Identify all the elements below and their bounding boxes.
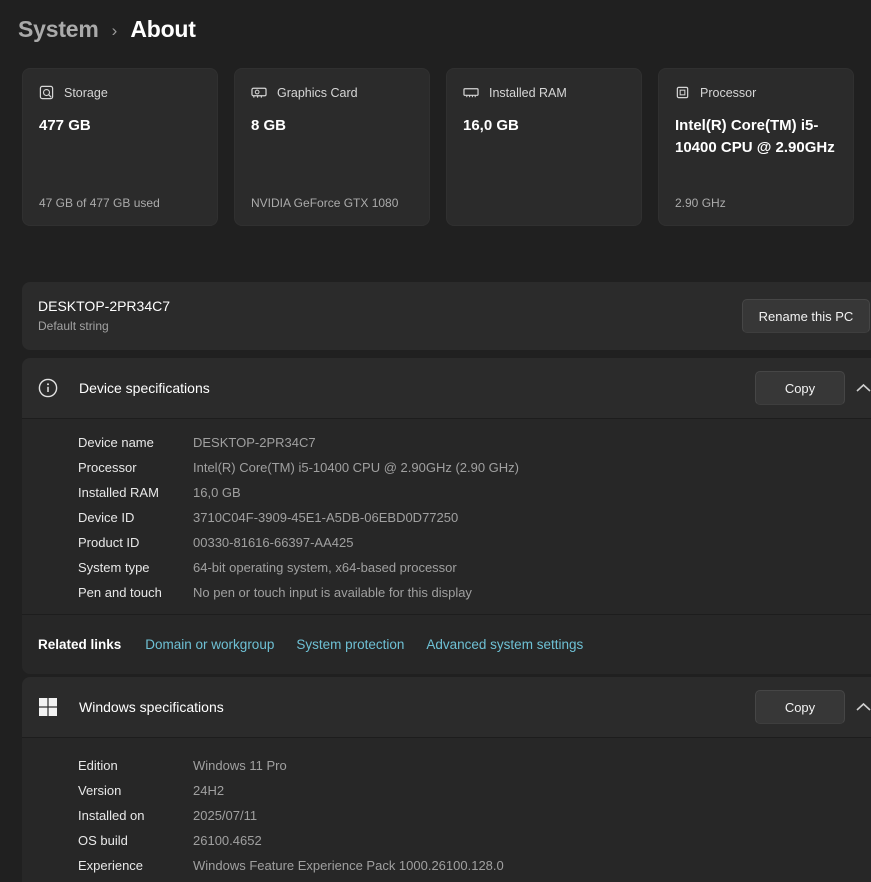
graphics-card-detail: NVIDIA GeForce GTX 1080 (251, 196, 399, 210)
device-specs-title: Device specifications (79, 380, 210, 396)
spec-row-installed-ram: Installed RAM 16,0 GB (78, 485, 241, 500)
ram-icon (463, 85, 479, 100)
installed-ram-label: Installed RAM (489, 85, 567, 100)
related-links-label: Related links (38, 637, 122, 652)
chevron-up-icon[interactable] (855, 382, 871, 394)
graphics-card-card[interactable]: Graphics Card 8 GB NVIDIA GeForce GTX 10… (234, 68, 430, 226)
spec-row-os-build: OS build 26100.4652 (78, 833, 262, 848)
link-advanced-system-settings[interactable]: Advanced system settings (426, 637, 583, 652)
device-specs-header[interactable]: Device specifications Copy (22, 358, 871, 418)
processor-card-value: Intel(R) Core(TM) i5-10400 CPU @ 2.90GHz (675, 117, 835, 156)
spec-row-device-id: Device ID 3710C04F-3909-45E1-A5DB-06EBD0… (78, 510, 459, 525)
hostname-card: DESKTOP-2PR34C7 Default string Rename th… (22, 282, 871, 350)
processor-card-detail: 2.90 GHz (675, 196, 726, 210)
spec-row-device-name: Device name DESKTOP-2PR34C7 (78, 435, 316, 450)
windows-specs-title: Windows specifications (79, 699, 224, 715)
storage-card-detail: 47 GB of 477 GB used (39, 196, 160, 210)
spec-row-edition: Edition Windows 11 Pro (78, 758, 287, 773)
windows-logo-icon (38, 697, 58, 717)
storage-card-value: 477 GB (39, 117, 91, 134)
chevron-right-icon: › (111, 20, 118, 40)
device-description-text: Default string (38, 319, 109, 333)
spec-row-experience: Experience Windows Feature Experience Pa… (78, 858, 504, 873)
storage-card-label: Storage (64, 85, 108, 100)
rename-pc-button[interactable]: Rename this PC (742, 299, 870, 333)
page-title: About (130, 16, 196, 42)
summary-cards: Storage 477 GB 47 GB of 477 GB used Grap… (22, 68, 854, 226)
info-icon (38, 378, 58, 398)
spec-row-processor: Processor Intel(R) Core(TM) i5-10400 CPU… (78, 460, 520, 475)
chevron-up-icon[interactable] (855, 701, 871, 713)
processor-card-label: Processor (700, 85, 757, 100)
breadcrumb-system[interactable]: System (18, 16, 99, 43)
spec-row-installed-on: Installed on 2025/07/11 (78, 808, 258, 823)
cpu-icon (675, 85, 690, 100)
link-system-protection[interactable]: System protection (296, 637, 404, 652)
related-links-row: Related links Domain or workgroup System… (22, 614, 871, 674)
installed-ram-value: 16,0 GB (463, 117, 519, 134)
installed-ram-card[interactable]: Installed RAM 16,0 GB (446, 68, 642, 226)
link-domain-or-workgroup[interactable]: Domain or workgroup (145, 637, 274, 652)
windows-specs-copy-button[interactable]: Copy (755, 690, 845, 724)
windows-specs-body: Edition Windows 11 Pro Version 24H2 Inst… (22, 737, 871, 882)
storage-icon (39, 85, 54, 100)
processor-card[interactable]: Processor Intel(R) Core(TM) i5-10400 CPU… (658, 68, 854, 226)
gpu-icon (251, 85, 267, 100)
storage-card[interactable]: Storage 477 GB 47 GB of 477 GB used (22, 68, 218, 226)
graphics-card-label: Graphics Card (277, 85, 358, 100)
windows-specs-header[interactable]: Windows specifications Copy (22, 677, 871, 737)
device-name-text: DESKTOP-2PR34C7 (38, 298, 171, 314)
graphics-card-value: 8 GB (251, 117, 287, 134)
spec-row-pen-and-touch: Pen and touch No pen or touch input is a… (78, 585, 472, 600)
spec-row-product-id: Product ID 00330-81616-66397-AA425 (78, 535, 354, 550)
settings-about-page: System › About Storage 477 GB 47 GB of 4… (0, 0, 871, 882)
device-specs-copy-button[interactable]: Copy (755, 371, 845, 405)
device-specs-body: Device name DESKTOP-2PR34C7 Processor In… (22, 418, 871, 614)
breadcrumb: System › About (18, 16, 196, 43)
spec-row-version: Version 24H2 (78, 783, 225, 798)
spec-row-system-type: System type 64-bit operating system, x64… (78, 560, 457, 575)
